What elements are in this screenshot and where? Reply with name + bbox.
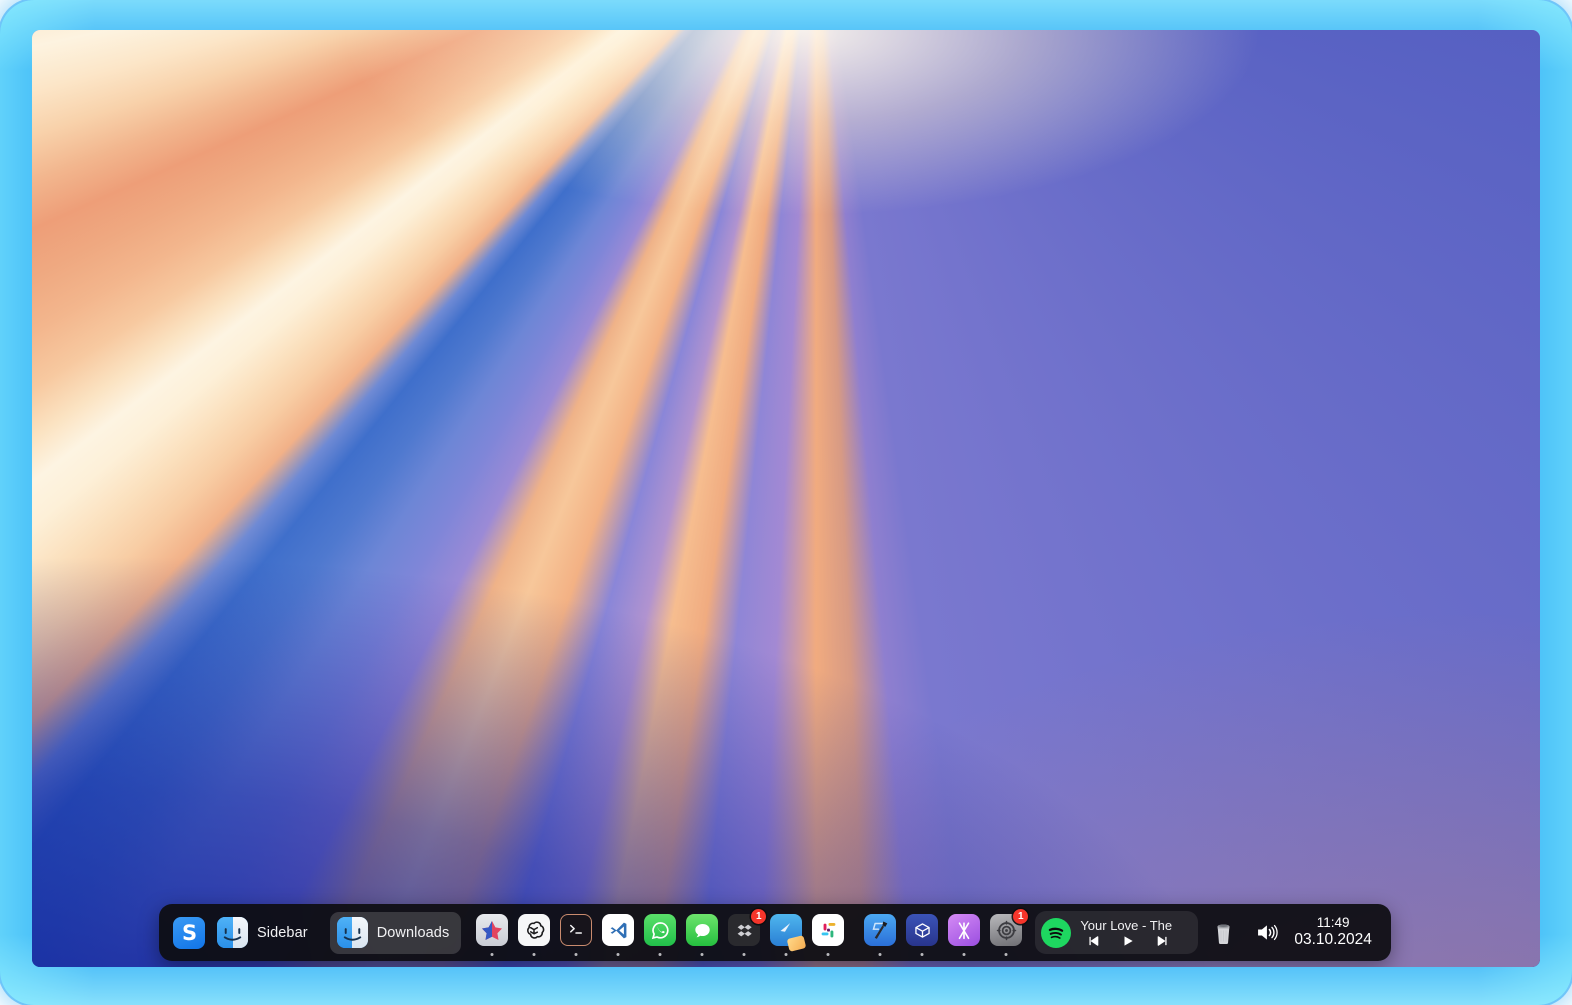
finder-face-icon [337, 917, 368, 948]
chatgpt-icon [518, 914, 550, 946]
dock-separator [849, 904, 859, 961]
dock-separator [320, 904, 330, 961]
dock-item-xcode[interactable] [859, 904, 901, 961]
whatsapp-icon [644, 914, 676, 946]
running-indicator [785, 953, 788, 956]
volume-icon [1253, 919, 1280, 946]
dock-clock[interactable]: 11:49 03.10.2024 [1288, 915, 1382, 949]
dock-item-system-settings[interactable]: 1 [985, 904, 1027, 961]
spotify-now-playing-widget[interactable]: Your Love - The [1035, 911, 1198, 954]
dock-item-whatsapp[interactable] [639, 904, 681, 961]
dock-item-volume[interactable] [1245, 904, 1288, 961]
dock-item-warp-terminal[interactable] [555, 904, 597, 961]
paper-plane-icon [770, 914, 802, 946]
play-icon [1121, 934, 1135, 948]
vscode-ribbon-icon [607, 919, 630, 942]
dock-separator [461, 904, 471, 961]
running-indicator [1005, 953, 1008, 956]
dock-item-downloads[interactable]: Downloads [330, 912, 462, 954]
slack-hash-icon [818, 920, 839, 941]
messages-icon [686, 914, 718, 946]
running-indicator [743, 953, 746, 956]
dock-item-affinity-photo[interactable] [943, 904, 985, 961]
finder-icon [217, 917, 248, 948]
raycast-star-icon [476, 914, 508, 946]
hammer-icon [864, 914, 896, 946]
next-track-icon [1156, 934, 1170, 948]
terminal-prompt-icon [567, 921, 585, 939]
desktop[interactable]: Sidebar Downloads [32, 30, 1540, 967]
dock-item-trash[interactable] [1202, 904, 1245, 961]
dropbox-badge: 1 [751, 909, 766, 924]
paper-plane-glyph-icon [775, 919, 797, 941]
finder-face-icon [217, 917, 248, 948]
dock-item-messages[interactable] [681, 904, 723, 961]
dock-item-spark-mail[interactable] [765, 904, 807, 961]
dock-item-vs-code[interactable] [597, 904, 639, 961]
settings-badge: 1 [1013, 909, 1028, 924]
spotify-next-button[interactable] [1156, 934, 1170, 948]
screen-recording-frame: Sidebar Downloads [0, 0, 1572, 1005]
finder-folder-icon [337, 917, 368, 948]
spotify-previous-button[interactable] [1086, 934, 1100, 948]
dock-item-slack[interactable] [807, 904, 849, 961]
trash-icon [1210, 918, 1237, 948]
previous-track-icon [1086, 934, 1100, 948]
wallpaper-bloom-layer [32, 30, 1540, 967]
dock-item-dropbox[interactable]: 1 [723, 904, 765, 961]
dropbox-icon: 1 [728, 914, 760, 946]
whatsapp-phone-icon [649, 919, 672, 942]
chatgpt-knot-icon [522, 918, 546, 942]
terminal-icon [560, 914, 592, 946]
aperture-glyph-icon [952, 918, 976, 942]
spotify-info: Your Love - The [1080, 918, 1188, 948]
dock-item-raycast[interactable] [471, 904, 513, 961]
raycast-icon [476, 914, 508, 946]
vscode-icon [602, 914, 634, 946]
spotify-icon[interactable] [1041, 918, 1071, 948]
speech-bubble-icon [691, 919, 714, 942]
running-indicator [491, 953, 494, 956]
sidebar-app-icon [173, 917, 205, 949]
running-indicator [617, 953, 620, 956]
spotify-play-button[interactable] [1121, 934, 1135, 948]
dock-label-downloads: Downloads [377, 925, 450, 941]
spotify-track-title: Your Love - The [1080, 918, 1188, 933]
running-indicator [963, 953, 966, 956]
dock-item-sidebar-app[interactable] [168, 904, 210, 961]
slack-icon [812, 914, 844, 946]
running-indicator [533, 953, 536, 956]
dock-item-sidebar[interactable]: Sidebar [210, 912, 320, 954]
running-indicator [827, 953, 830, 956]
running-indicator [879, 953, 882, 956]
dock-item-transporter[interactable] [901, 904, 943, 961]
dock-item-chatgpt[interactable] [513, 904, 555, 961]
spotify-controls[interactable] [1080, 934, 1170, 948]
dropbox-boxes-icon [734, 920, 755, 941]
hammer-glyph-icon [867, 917, 893, 943]
cube-glyph-icon [912, 920, 933, 941]
running-indicator [659, 953, 662, 956]
spotify-waves-icon [1043, 920, 1069, 946]
clock-date: 03.10.2024 [1294, 931, 1372, 949]
gear-icon: 1 [990, 914, 1022, 946]
running-indicator [921, 953, 924, 956]
dock-label-sidebar: Sidebar [257, 925, 308, 941]
aperture-icon [948, 914, 980, 946]
running-indicator [701, 953, 704, 956]
dock[interactable]: Sidebar Downloads [159, 904, 1391, 961]
cube-icon [906, 914, 938, 946]
running-indicator [575, 953, 578, 956]
clock-time: 11:49 [1317, 915, 1350, 931]
